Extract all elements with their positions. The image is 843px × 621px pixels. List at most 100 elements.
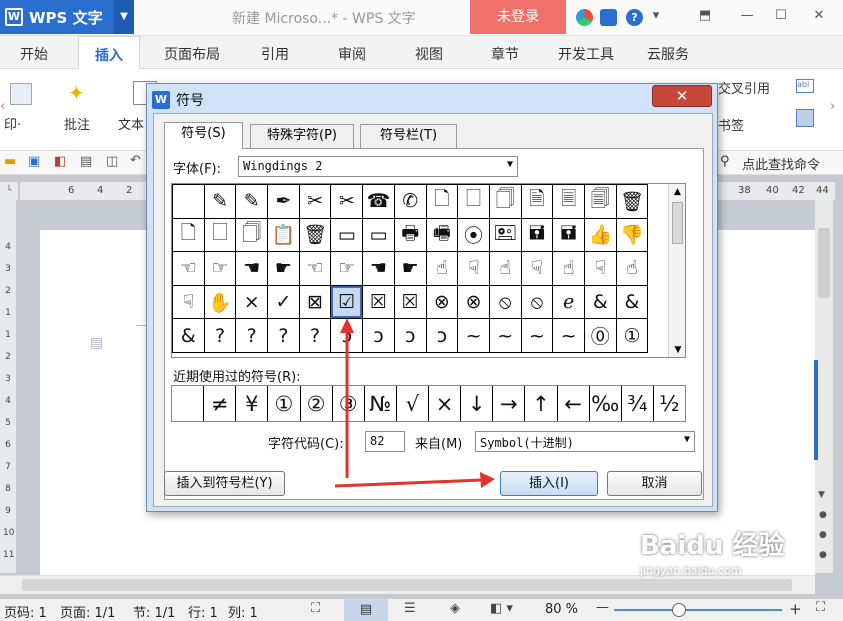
symbol-cell[interactable]: ℯ bbox=[553, 285, 585, 320]
symbol-cell[interactable]: ~ bbox=[553, 319, 585, 353]
outline-view-icon[interactable]: ☰ bbox=[404, 601, 416, 616]
recent-symbol-cell[interactable]: ¥ bbox=[236, 386, 269, 421]
symbol-cell[interactable]: ~ bbox=[489, 319, 522, 353]
maximize-icon[interactable]: ☐ bbox=[770, 8, 792, 26]
symbol-cell[interactable]: 🗋 bbox=[173, 218, 205, 253]
symbol-cell[interactable]: ▭ bbox=[363, 218, 395, 253]
symbol-cell[interactable]: ☞ bbox=[331, 252, 364, 286]
symbol-cell[interactable]: ↄ bbox=[363, 319, 395, 353]
grid-scroll-thumb[interactable] bbox=[672, 202, 683, 244]
help-icon[interactable]: ? bbox=[626, 9, 643, 26]
prev-page-icon[interactable]: ● bbox=[819, 510, 827, 520]
symbol-cell[interactable]: ☑ bbox=[331, 285, 364, 320]
page-view-icon[interactable]: ▤ bbox=[344, 599, 388, 621]
print-button[interactable]: 印· bbox=[4, 114, 21, 133]
symbol-cell[interactable]: ☟ bbox=[173, 285, 205, 320]
symbol-cell[interactable]: ↄ bbox=[331, 319, 364, 353]
symbol-cell[interactable]: & bbox=[584, 285, 617, 320]
symbol-cell[interactable]: ↄ bbox=[426, 319, 459, 353]
zoom-in-icon[interactable]: + bbox=[789, 600, 802, 618]
recent-symbol-cell[interactable] bbox=[172, 386, 205, 421]
tab-references[interactable]: 引用 bbox=[261, 44, 289, 64]
open-icon[interactable]: ▬ bbox=[4, 154, 16, 169]
ruler-corner-icon[interactable]: └ bbox=[0, 182, 18, 200]
field-icon[interactable]: abl bbox=[796, 79, 814, 93]
symbol-cell[interactable]: ☛ bbox=[394, 252, 427, 286]
code-input[interactable]: 82 bbox=[365, 431, 405, 452]
symbol-cell[interactable]: ☒ bbox=[363, 285, 395, 320]
insert-button[interactable]: 插入(I) bbox=[500, 471, 598, 496]
app-menu-button[interactable]: W WPS 文字 ▼ bbox=[0, 0, 134, 34]
symbol-cell[interactable]: ✆ bbox=[394, 185, 427, 219]
symbol-grid-scrollbar[interactable]: ▲ ▼ bbox=[668, 184, 685, 357]
select-browse-icon[interactable]: ● bbox=[819, 530, 827, 540]
comment-icon[interactable]: ✦ bbox=[68, 81, 85, 105]
symbol-cell[interactable]: ~ bbox=[458, 319, 490, 353]
tab-review[interactable]: 审阅 bbox=[338, 44, 366, 64]
scroll-down-icon[interactable]: ▼ bbox=[669, 345, 685, 355]
symbol-cell[interactable]: ☚ bbox=[363, 252, 395, 286]
symbol-cell[interactable]: ✎ bbox=[204, 185, 237, 219]
undo-icon[interactable]: ↶ bbox=[130, 153, 141, 168]
dialog-close-button[interactable]: ✕ bbox=[652, 85, 712, 107]
symbol-cell[interactable]: ⊠ bbox=[299, 285, 332, 320]
tab-start[interactable]: 开始 bbox=[20, 44, 48, 64]
fit-window-icon[interactable]: ⛶ bbox=[816, 600, 825, 615]
web-view-icon[interactable]: ◈ bbox=[450, 601, 460, 616]
symbol-cell[interactable]: ✎ bbox=[236, 185, 269, 219]
symbol-cell[interactable]: ? bbox=[204, 319, 237, 353]
symbol-cell[interactable]: ☎ bbox=[363, 185, 395, 219]
symbol-cell[interactable]: 🗑 bbox=[616, 185, 649, 219]
symbol-cell[interactable]: ? bbox=[236, 319, 269, 353]
ribbon-scroll-right-icon[interactable]: › bbox=[830, 99, 835, 114]
tab-symbol-bar[interactable]: 符号栏(T) bbox=[360, 124, 457, 148]
symbol-cell[interactable]: 🗌 bbox=[458, 185, 490, 219]
symbol-cell[interactable]: 🗍 bbox=[489, 185, 522, 219]
symbol-cell[interactable]: ✂ bbox=[331, 185, 364, 219]
zoom-level[interactable]: 80 % bbox=[545, 602, 578, 617]
symbol-cell[interactable]: ☞ bbox=[204, 252, 237, 286]
from-select[interactable]: Symbol(十进制) ▼ bbox=[475, 431, 695, 452]
scroll-down-icon[interactable]: ▼ bbox=[818, 490, 825, 500]
scroll-up-icon[interactable]: ▲ bbox=[669, 187, 685, 197]
tab-developer[interactable]: 开发工具 bbox=[558, 44, 614, 64]
symbol-grid[interactable]: ✎ ✎ ✒ ✂ ✂ ☎ ✆ 🗋 🗌 🗍 🗎 🗏 🗐 🗑 🗋 🗌 🗍 📋 🗑 ▭ ▭ 🖶 🖷 ⦿ 🖭 🖬 🖬 👍 👎 ☜ ☞ ☚ ☛ ☜ ☞ ☚ ☛ ☝ ☟ ☝… bbox=[171, 183, 686, 358]
tab-chapter[interactable]: 章节 bbox=[491, 44, 519, 64]
recent-symbols[interactable]: ≠ ¥ ① ② ③ № √ × ↓ → ↑ ← ‰ ¾ ½ bbox=[171, 385, 686, 422]
symbol-cell[interactable]: ☚ bbox=[236, 252, 269, 286]
symbol-cell[interactable]: ① bbox=[616, 319, 649, 353]
preview-icon[interactable]: ◫ bbox=[106, 154, 118, 169]
symbol-cell[interactable]: 👍 bbox=[584, 218, 617, 253]
symbol-cell[interactable]: ✓ bbox=[268, 285, 300, 320]
print-icon[interactable]: ▤ bbox=[80, 154, 92, 169]
symbol-cell[interactable]: 🗏 bbox=[553, 185, 585, 219]
symbol-cell[interactable]: ? bbox=[299, 319, 332, 353]
share-icon[interactable] bbox=[600, 9, 617, 26]
minimize-icon[interactable]: — bbox=[736, 8, 758, 26]
symbol-cell[interactable]: × bbox=[236, 285, 269, 320]
symbol-cell[interactable]: 🗍 bbox=[236, 218, 269, 253]
recent-symbol-cell[interactable]: × bbox=[429, 386, 462, 421]
skin-icon[interactable] bbox=[576, 9, 593, 26]
recent-symbol-cell[interactable]: ③ bbox=[333, 386, 365, 421]
comment-button[interactable]: 批注 bbox=[64, 114, 90, 133]
symbol-cell[interactable]: & bbox=[616, 285, 649, 320]
restore-ribbon-icon[interactable]: ⬒ bbox=[694, 8, 716, 26]
tab-insert[interactable]: 插入 bbox=[78, 36, 140, 70]
recent-symbol-cell[interactable]: № bbox=[365, 386, 397, 421]
zoom-slider-thumb[interactable] bbox=[672, 603, 686, 617]
symbol-cell[interactable]: ☜ bbox=[173, 252, 205, 286]
vertical-scrollbar[interactable]: ▼ ● ● ● bbox=[814, 200, 833, 573]
recent-symbol-cell[interactable]: ¾ bbox=[622, 386, 654, 421]
symbol-cell[interactable]: 🗎 bbox=[521, 185, 554, 219]
symbol-cell[interactable]: ⊗ bbox=[458, 285, 490, 320]
symbol-cell[interactable]: 🖭 bbox=[489, 218, 522, 253]
recent-symbol-cell[interactable]: ≠ bbox=[204, 386, 237, 421]
recent-symbol-cell[interactable]: ↓ bbox=[461, 386, 494, 421]
symbol-cell[interactable]: ☛ bbox=[268, 252, 300, 286]
horizontal-scrollbar[interactable] bbox=[0, 575, 815, 594]
symbol-cell[interactable]: 📋 bbox=[268, 218, 300, 253]
tab-cloud[interactable]: 云服务 bbox=[647, 44, 689, 64]
symbol-cell[interactable]: 🗑 bbox=[299, 218, 332, 253]
symbol-cell[interactable]: ⦸ bbox=[521, 285, 554, 320]
